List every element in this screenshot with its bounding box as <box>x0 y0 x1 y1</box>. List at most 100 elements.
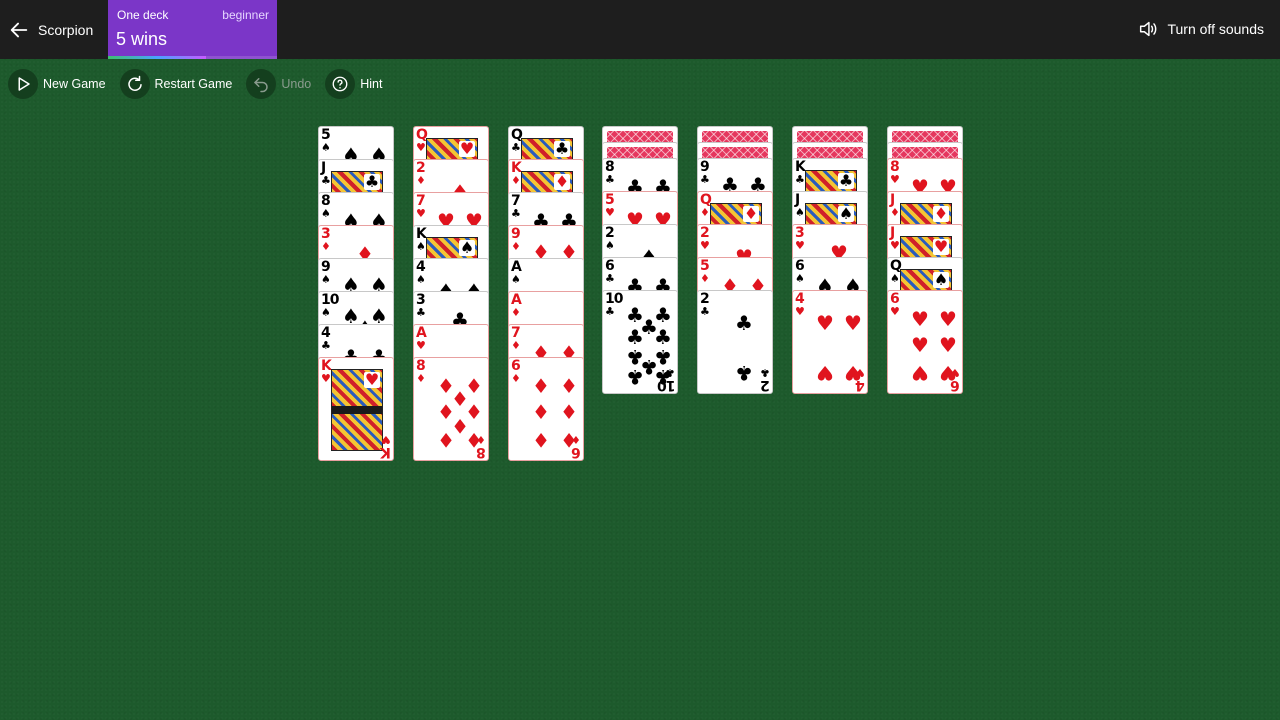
card-rank: 7 <box>416 193 426 209</box>
card-rank-bottom: 4 <box>856 377 865 393</box>
card-rank: 3 <box>795 225 805 241</box>
card-rank: J <box>795 192 800 208</box>
card-suit: ♦ <box>416 174 426 187</box>
court-suit: ♦ <box>743 204 759 223</box>
court-suit: ♥ <box>933 237 949 256</box>
card-suit: ♣ <box>700 173 710 186</box>
card-suit: ♣ <box>605 173 615 186</box>
card-suit: ♣ <box>511 141 521 154</box>
card-rank: 2 <box>416 160 426 176</box>
card-suit: ♠ <box>605 239 615 252</box>
card-rank: 6 <box>795 258 805 274</box>
card-suit: ♣ <box>795 173 805 186</box>
card-rank: K <box>795 159 806 175</box>
card-rank: A <box>511 292 522 308</box>
court-suit: ♣ <box>364 172 380 191</box>
card-pip: ♥ <box>816 361 834 385</box>
card-suit: ♣ <box>700 305 710 318</box>
card-pip: ♦ <box>437 428 455 452</box>
card-pip: ♥ <box>939 307 957 331</box>
card-rank: 8 <box>605 159 615 175</box>
card-rank: 3 <box>416 292 426 308</box>
card-suit: ♦ <box>511 174 521 187</box>
court-suit: ♠ <box>459 238 475 257</box>
card-suit: ♠ <box>321 306 331 319</box>
card-suit: ♠ <box>416 273 426 286</box>
card-suit-bottom: ♥ <box>950 366 960 379</box>
card-suit: ♥ <box>416 207 426 220</box>
card-rank: K <box>416 226 427 242</box>
card-pip: ♥ <box>844 311 862 335</box>
court-suit: ♣ <box>554 139 570 158</box>
card-rank-bottom: K <box>381 444 391 460</box>
card-pip: ♣ <box>735 311 753 335</box>
court-suit: ♠ <box>838 204 854 223</box>
card-suit: ♥ <box>890 239 900 252</box>
card-suit: ♥ <box>890 173 900 186</box>
playing-card[interactable]: 4 ♥ ♥ ♥ ♥ ♥ 4 ♥ <box>792 290 868 394</box>
card-suit: ♥ <box>890 305 900 318</box>
card-suit: ♦ <box>511 306 521 319</box>
playing-card[interactable]: K ♥ ♥ K ♥ <box>318 357 394 461</box>
card-suit: ♦ <box>700 206 710 219</box>
card-rank: 4 <box>321 325 331 341</box>
card-rank: J <box>890 192 895 208</box>
card-rank: 3 <box>321 226 331 242</box>
card-pip: ♣ <box>735 361 753 385</box>
card-pip: ♥ <box>816 311 834 335</box>
card-suit: ♥ <box>700 239 710 252</box>
card-rank: 5 <box>700 258 710 274</box>
card-suit: ♥ <box>416 339 426 352</box>
card-suit: ♣ <box>605 272 615 285</box>
card-rank: J <box>321 160 326 176</box>
card-suit: ♠ <box>321 207 331 220</box>
card-suit-bottom: ♦ <box>571 433 581 446</box>
card-rank: 2 <box>605 225 615 241</box>
playing-card[interactable]: 6 ♦ ♦ ♦ ♦ ♦ ♦ ♦ 6 ♦ <box>508 357 584 461</box>
card-rank: 9 <box>700 159 710 175</box>
card-pip: ♥ <box>911 361 929 385</box>
card-rank: 6 <box>890 291 900 307</box>
card-suit: ♠ <box>795 206 805 219</box>
card-suit: ♥ <box>795 305 805 318</box>
playing-card[interactable]: 2 ♣ ♣ ♣ 2 ♣ <box>697 290 773 394</box>
playing-card[interactable]: 10 ♣ ♣ ♣ ♣ ♣ ♣ ♣ ♣ ♣ ♣ ♣ 10 ♣ <box>602 290 678 394</box>
card-rank: 8 <box>890 159 900 175</box>
card-pip: ♦ <box>532 374 550 398</box>
card-suit: ♦ <box>416 372 426 385</box>
card-pip: ♣ <box>654 325 672 349</box>
card-suit-bottom: ♥ <box>381 433 391 446</box>
card-rank: 6 <box>511 358 521 374</box>
card-rank: 8 <box>321 193 331 209</box>
card-suit: ♥ <box>605 206 615 219</box>
card-pip: ♦ <box>560 374 578 398</box>
card-rank: 4 <box>416 259 426 275</box>
card-pip: ♦ <box>532 400 550 424</box>
card-rank-bottom: 8 <box>477 444 486 460</box>
card-suit: ♣ <box>321 174 331 187</box>
card-rank: 4 <box>795 291 805 307</box>
card-rank: 7 <box>511 193 521 209</box>
card-suit: ♣ <box>321 339 331 352</box>
card-suit-bottom: ♣ <box>665 366 675 379</box>
card-suit: ♦ <box>511 372 521 385</box>
card-suit: ♣ <box>511 207 521 220</box>
playing-card[interactable]: 6 ♥ ♥ ♥ ♥ ♥ ♥ ♥ 6 ♥ <box>887 290 963 394</box>
card-suit: ♠ <box>890 272 900 285</box>
playing-card[interactable]: 8 ♦ ♦ ♦ ♦ ♦ ♦ ♦ ♦ ♦ 8 ♦ <box>413 357 489 461</box>
card-rank: 2 <box>700 291 710 307</box>
card-suit-bottom: ♥ <box>855 366 865 379</box>
card-suit: ♠ <box>321 273 331 286</box>
card-pip: ♦ <box>532 428 550 452</box>
card-rank: K <box>321 358 332 374</box>
card-suit: ♦ <box>700 272 710 285</box>
card-rank: 8 <box>416 358 426 374</box>
card-suit-bottom: ♦ <box>476 433 486 446</box>
court-suit: ♥ <box>364 370 380 389</box>
card-suit: ♥ <box>321 372 331 385</box>
card-rank: 9 <box>321 259 331 275</box>
card-pip: ♣ <box>626 365 644 389</box>
card-rank: 7 <box>511 325 521 341</box>
card-rank-bottom: 6 <box>951 377 960 393</box>
card-rank: 9 <box>511 226 521 242</box>
